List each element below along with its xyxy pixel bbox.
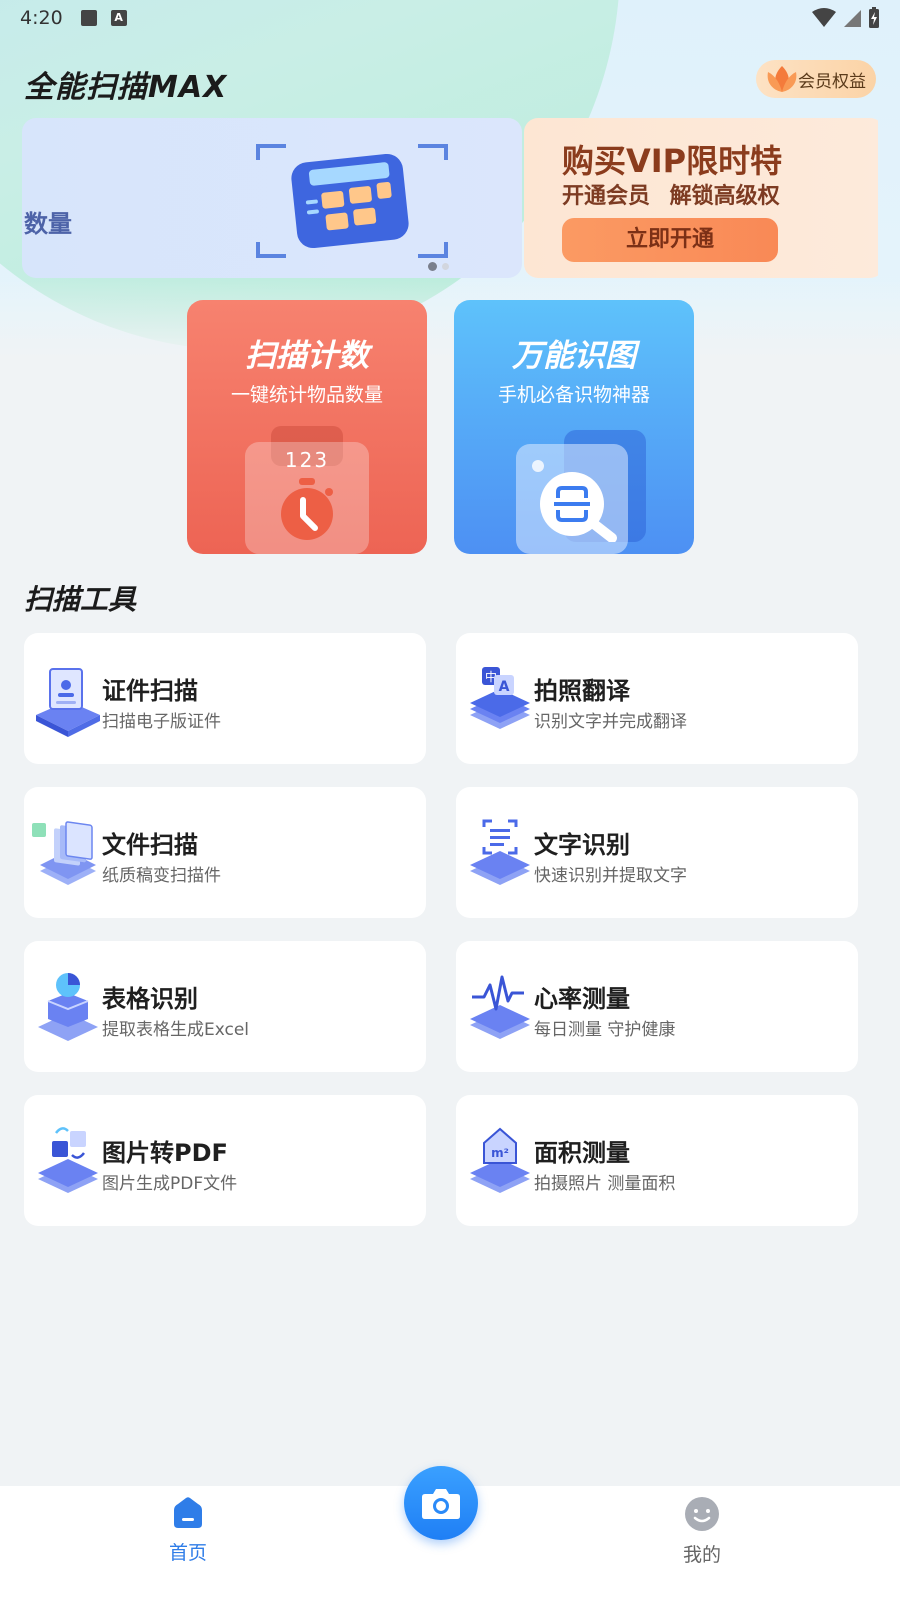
camera-button[interactable] [404,1466,478,1540]
svg-text:A: A [499,679,510,695]
vip-banner-subtitle: 开通会员 解锁高级权 [562,184,780,209]
tool-title: 图片转PDF [102,1139,228,1167]
tool-subtitle: 扫描电子版证件 [102,712,221,732]
cell-signal-icon [844,10,861,27]
nav-home-tab[interactable]: 首页 [160,1496,216,1565]
banner-slide-vip[interactable]: 购买VIP限时特 开通会员 解锁高级权 立即开通 [524,118,878,278]
carousel-indicator [428,262,449,271]
smart-recognize-card[interactable]: 万能识图 手机必备识物神器 [454,300,694,554]
tool-subtitle: 提取表格生成Excel [102,1020,250,1040]
tool-id-scan[interactable]: 证件扫描 扫描电子版证件 [24,633,426,764]
feature-title: 扫描计数 [245,338,369,374]
calculator-scan-icon [256,144,448,258]
carousel-dot [442,263,449,270]
area-measure-icon: m² [470,1127,530,1193]
tool-photo-translate[interactable]: 中 A 拍照翻译 识别文字并完成翻译 [456,633,858,764]
tool-title: 文字识别 [534,831,630,859]
svg-text:m²: m² [491,1146,509,1160]
nav-home-label: 首页 [168,1542,207,1564]
header-fade [0,280,900,360]
tool-document-scan[interactable]: 文件扫描 纸质稿变扫描件 [24,787,426,918]
vip-lotus-icon [767,66,797,92]
banner-slide-text: 数量 [24,210,72,238]
feature-title: 万能识图 [512,338,636,374]
tool-area-measure[interactable]: m² 面积测量 拍摄照片 测量面积 [456,1095,858,1226]
tool-subtitle: 图片生成PDF文件 [102,1174,238,1194]
text-recognition-icon [470,819,530,885]
banner-slide-count[interactable]: 数量 [22,118,522,278]
id-card-icon [36,668,100,737]
tool-image-to-pdf[interactable]: 图片转PDF 图片生成PDF文件 [24,1095,426,1226]
image-notification-icon [80,10,97,26]
tool-title: 心率测量 [534,985,630,1013]
tool-subtitle: 拍摄照片 测量面积 [534,1174,676,1194]
image-to-pdf-icon [38,1127,98,1193]
feature-subtitle: 一键统计物品数量 [230,384,383,406]
magnifier-scan-icon [532,460,617,542]
tool-heart-rate[interactable]: 心率测量 每日测量 守护健康 [456,941,858,1072]
vip-benefits-button[interactable]: 会员权益 [756,60,876,98]
tool-table-recognition[interactable]: 表格识别 提取表格生成Excel [24,941,426,1072]
table-recognition-icon [38,973,98,1041]
app-title: 全能扫描MAX [24,70,228,105]
document-scan-icon [32,821,96,885]
tool-text-recognition[interactable]: 文字识别 快速识别并提取文字 [456,787,858,918]
feature-glass-box: 123 [245,442,369,554]
open-vip-button[interactable]: 立即开通 [562,218,778,262]
status-bar: 4:20 A [0,0,900,36]
translate-icon: 中 A [470,667,530,729]
camera-icon [422,1489,460,1519]
wifi-icon [812,8,836,27]
feature-subtitle: 手机必备识物神器 [497,384,650,406]
vip-banner-title: 购买VIP限时特 [562,142,783,180]
home-icon [174,1497,202,1528]
vip-benefits-label: 会员权益 [798,71,866,92]
carousel-dot-active [428,262,437,271]
tool-subtitle: 每日测量 守护健康 [534,1020,676,1040]
text-notification-icon: A [110,10,127,26]
battery-icon [869,7,879,28]
nav-mine-tab[interactable]: 我的 [674,1496,730,1567]
tool-title: 证件扫描 [102,677,198,705]
status-time: 4:20 [20,7,63,29]
count-badge: 123 [284,448,330,472]
scan-count-card[interactable]: 扫描计数 一键统计物品数量 123 [187,300,427,554]
tool-subtitle: 纸质稿变扫描件 [102,866,221,886]
banner-carousel[interactable]: 数量 购买VIP限时特 开通会员 解锁高级权 立即开通 [22,118,878,280]
profile-face-icon [685,1497,719,1531]
tool-title: 拍照翻译 [534,677,630,705]
tool-title: 文件扫描 [102,831,198,859]
tools-section-title: 扫描工具 [24,583,137,616]
feature-glass-box [516,444,628,554]
nav-mine-label: 我的 [682,1544,721,1566]
tool-subtitle: 快速识别并提取文字 [534,866,687,886]
tool-subtitle: 识别文字并完成翻译 [534,712,687,732]
tool-title: 面积测量 [534,1139,630,1167]
stopwatch-icon [281,478,333,540]
tool-title: 表格识别 [102,985,198,1013]
heart-rate-icon [470,975,530,1039]
